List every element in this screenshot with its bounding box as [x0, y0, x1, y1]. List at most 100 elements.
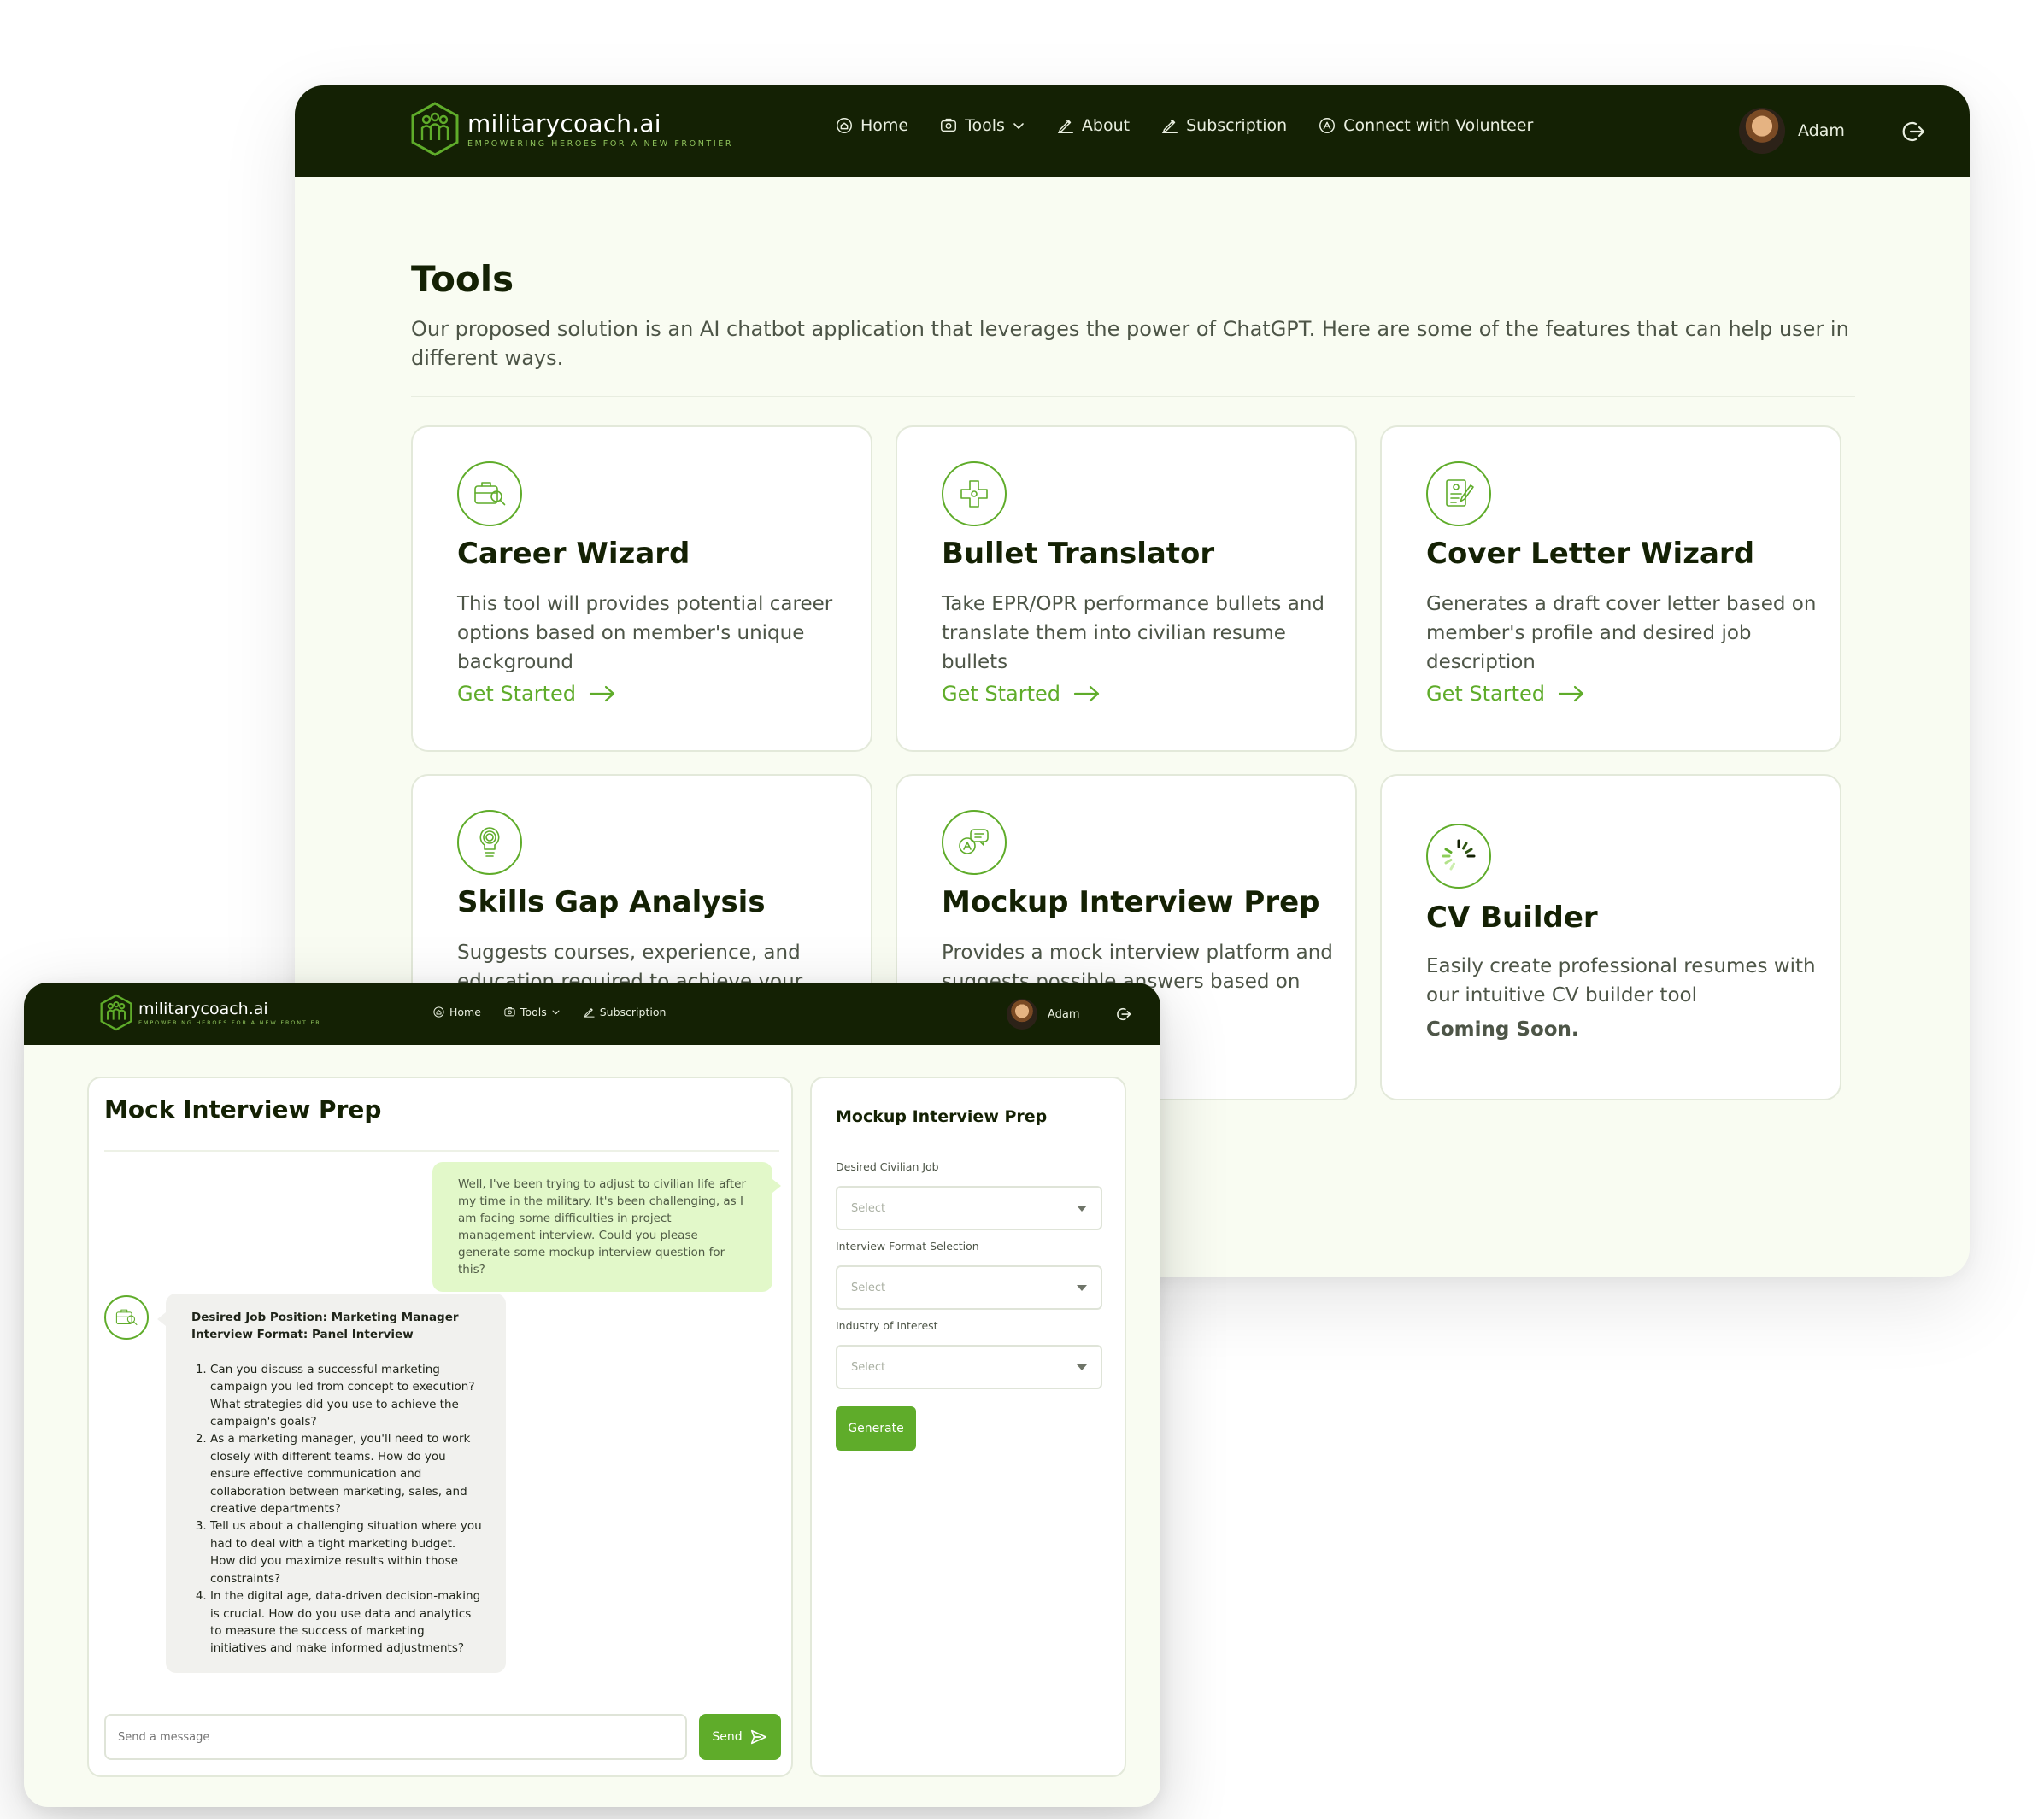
- card-title: CV Builder: [1426, 901, 1598, 935]
- list-item: In the digital age, data-driven decision…: [210, 1587, 482, 1658]
- brand-logo[interactable]: militarycoach.ai EMPOWERING HEROES FOR A…: [409, 101, 733, 157]
- brand-tagline: EMPOWERING HEROES FOR A NEW FRONTIER: [138, 1018, 321, 1026]
- format-label: Interview Format Selection: [836, 1240, 979, 1253]
- list-item: As a marketing manager, you'll need to w…: [210, 1430, 482, 1517]
- briefcase-search-icon: [474, 482, 506, 506]
- brand-name: militarycoach.ai: [138, 999, 268, 1018]
- get-started-link[interactable]: Get Started: [942, 682, 1101, 706]
- nav-tools[interactable]: Tools: [503, 1006, 561, 1018]
- tool-card-bullet-translator[interactable]: Bullet Translator Take EPR/OPR performan…: [896, 425, 1357, 752]
- brand-logo[interactable]: militarycoach.ai EMPOWERING HEROES FOR A…: [99, 993, 321, 1032]
- card-icon-wrap: [942, 461, 1007, 526]
- card-icon-wrap: [1426, 824, 1491, 889]
- divider: [411, 396, 1855, 397]
- nav-connect-volunteer[interactable]: Connect with Volunteer: [1318, 116, 1533, 135]
- nav-menu: Home Tools About Subscription Connect wi…: [835, 116, 1564, 135]
- select-placeholder: Select: [851, 1281, 886, 1294]
- interview-format-select[interactable]: Select: [836, 1265, 1102, 1310]
- card-title: Cover Letter Wizard: [1426, 537, 1755, 571]
- logout-icon[interactable]: [1900, 118, 1927, 145]
- user-menu[interactable]: Adam: [1007, 999, 1080, 1030]
- user-message-bubble: Well, I've been trying to adjust to civi…: [432, 1162, 781, 1292]
- pen-icon: [584, 1008, 595, 1018]
- pen-icon: [1057, 120, 1073, 133]
- industry-select[interactable]: Select: [836, 1345, 1102, 1389]
- nav-menu: Home Tools Subscription: [432, 1006, 688, 1018]
- nav-subscription[interactable]: Subscription: [583, 1006, 666, 1018]
- tool-card-career-wizard[interactable]: Career Wizard This tool will provides po…: [411, 425, 872, 752]
- home-icon: [433, 1006, 444, 1018]
- select-placeholder: Select: [851, 1201, 886, 1215]
- list-item: Tell us about a challenging situation wh…: [210, 1517, 482, 1587]
- nav-subscription[interactable]: Subscription: [1160, 116, 1287, 135]
- get-started-link[interactable]: Get Started: [457, 682, 617, 706]
- card-description: Easily create professional resumes with …: [1426, 955, 1816, 1006]
- briefcase-search-icon: [115, 1309, 138, 1326]
- brand-name: militarycoach.ai: [467, 109, 661, 138]
- select-placeholder: Select: [851, 1360, 886, 1374]
- nav-about-label: About: [1081, 116, 1131, 135]
- card-description: Generates a draft cover letter based on …: [1426, 593, 1817, 673]
- volunteer-icon: [1319, 118, 1336, 133]
- avatar: [1739, 108, 1785, 154]
- generate-button[interactable]: Generate: [836, 1406, 916, 1451]
- caret-down-icon: [1077, 1205, 1087, 1212]
- hexagon-people-logo-icon: [411, 102, 459, 156]
- chat-bubbles-icon: [959, 829, 989, 854]
- nav-home[interactable]: Home: [835, 116, 908, 135]
- card-title: Skills Gap Analysis: [457, 885, 766, 919]
- industry-label: Industry of Interest: [836, 1319, 938, 1332]
- nav-home-label: Home: [860, 116, 909, 135]
- card-icon-wrap: [942, 810, 1007, 875]
- user-name: Adam: [1798, 121, 1845, 140]
- tool-card-cv-builder[interactable]: CV Builder Easily create professional re…: [1380, 774, 1841, 1100]
- bot-interview-format: Interview Format: Panel Interview: [191, 1328, 414, 1342]
- get-started-label: Get Started: [1426, 682, 1546, 706]
- loader-icon: [1442, 839, 1476, 871]
- coming-soon-label: Coming Soon.: [1426, 1018, 1579, 1041]
- caret-down-icon: [1077, 1284, 1087, 1291]
- tools-icon: [504, 1007, 515, 1017]
- nav-home-label: Home: [449, 1006, 481, 1018]
- get-started-label: Get Started: [457, 682, 577, 706]
- chat-panel: Mock Interview Prep Well, I've been tryi…: [87, 1077, 793, 1777]
- home-icon: [837, 118, 852, 133]
- tool-card-cover-letter-wizard[interactable]: Cover Letter Wizard Generates a draft co…: [1380, 425, 1841, 752]
- puzzle-icon: [960, 480, 988, 508]
- nav-about[interactable]: About: [1056, 116, 1130, 135]
- divider: [104, 1150, 779, 1152]
- nav-home[interactable]: Home: [432, 1006, 481, 1018]
- top-nav: militarycoach.ai EMPOWERING HEROES FOR A…: [24, 983, 1160, 1045]
- nav-connect-label: Connect with Volunteer: [1343, 116, 1534, 135]
- desired-job-select[interactable]: Select: [836, 1186, 1102, 1230]
- send-label: Send: [712, 1730, 743, 1744]
- get-started-link[interactable]: Get Started: [1426, 682, 1586, 706]
- send-button[interactable]: Send: [699, 1714, 781, 1760]
- message-input[interactable]: [104, 1714, 687, 1760]
- bot-avatar: [104, 1295, 149, 1340]
- bot-job-position: Desired Job Position: Marketing Manager: [191, 1311, 459, 1324]
- card-icon-wrap: [457, 810, 522, 875]
- logout-icon[interactable]: [1115, 1006, 1132, 1023]
- mock-interview-window: militarycoach.ai EMPOWERING HEROES FOR A…: [24, 983, 1160, 1807]
- brand-tagline: EMPOWERING HEROES FOR A NEW FRONTIER: [467, 138, 734, 149]
- send-icon: [750, 1729, 766, 1745]
- chevron-down-icon: [552, 1010, 560, 1015]
- interview-form-panel: Mockup Interview Prep Desired Civilian J…: [810, 1077, 1126, 1777]
- card-description: Take EPR/OPR performance bullets and tra…: [942, 593, 1324, 673]
- list-item: Can you discuss a successful marketing c…: [210, 1361, 482, 1431]
- nav-tools-label: Tools: [520, 1006, 547, 1018]
- chat-title: Mock Interview Prep: [104, 1095, 382, 1124]
- hexagon-people-logo-icon: [100, 994, 132, 1031]
- form-title: Mockup Interview Prep: [836, 1107, 1048, 1126]
- arrow-right-icon: [1073, 685, 1100, 702]
- tools-icon: [941, 118, 957, 132]
- caret-down-icon: [1077, 1364, 1087, 1370]
- nav-tools-label: Tools: [965, 116, 1005, 135]
- card-title: Career Wizard: [457, 537, 690, 571]
- nav-tools[interactable]: Tools: [939, 116, 1025, 135]
- question-list: Can you discuss a successful marketing c…: [191, 1361, 482, 1658]
- nav-subscription-label: Subscription: [1186, 116, 1288, 135]
- card-title: Mockup Interview Prep: [942, 885, 1320, 919]
- user-menu[interactable]: Adam: [1739, 108, 1845, 154]
